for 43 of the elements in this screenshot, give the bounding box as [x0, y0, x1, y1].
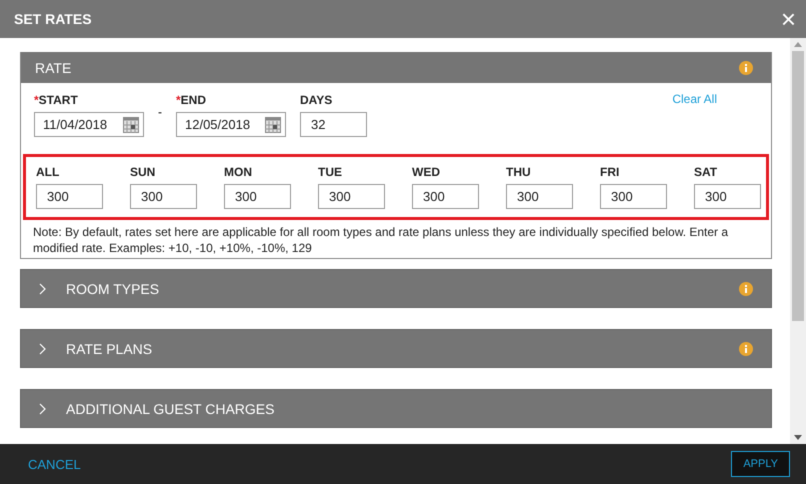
date-field[interactable]: 12/05/2018 — [176, 112, 286, 137]
calendar-icon[interactable] — [123, 116, 139, 132]
section-header[interactable]: ADDITIONAL GUEST CHARGES — [20, 389, 772, 428]
chevron-icon — [39, 342, 46, 354]
note-text: Note: By default, rates set here are applicable for all room types and rate plans unless they are individually specified below. Enter a modified rate. Examples: +10, -10, +10%, -10%, 129 — [33, 224, 730, 256]
day-label: ALL — [36, 165, 60, 179]
day-label: WED — [412, 165, 441, 179]
info-icon[interactable] — [739, 282, 753, 296]
day-label: FRI — [600, 165, 620, 179]
day-label: SUN — [130, 165, 156, 179]
section-header[interactable]: ROOM TYPES — [20, 269, 772, 308]
rate-field[interactable]: 300 — [600, 184, 667, 209]
scrollbar[interactable] — [790, 38, 806, 444]
field-label: *END — [176, 93, 208, 107]
rate-field[interactable]: 300 — [506, 184, 573, 209]
rate-field[interactable]: 300 — [224, 184, 291, 209]
scroll-up-icon[interactable] — [794, 42, 802, 47]
day-label: TUE — [318, 165, 343, 179]
scroll-down-icon[interactable] — [794, 435, 802, 440]
chevron-icon — [39, 282, 46, 294]
rate-field[interactable]: 300 — [318, 184, 385, 209]
cancel-button[interactable]: CANCEL — [28, 456, 81, 472]
range-dash: - — [158, 105, 162, 119]
info-icon[interactable] — [739, 342, 753, 356]
chevron-icon — [39, 402, 46, 414]
close-button[interactable]: × — [780, 6, 796, 32]
day-label: THU — [506, 165, 532, 179]
rate-field[interactable]: 300 — [694, 184, 761, 209]
rate-field[interactable]: 300 — [36, 184, 103, 209]
calendar-icon[interactable] — [265, 116, 281, 132]
field-label: DAYS — [300, 93, 334, 107]
panel-title: RATE — [35, 60, 72, 76]
rate-field[interactable]: 300 — [130, 184, 197, 209]
date-field[interactable]: 11/04/2018 — [34, 112, 144, 137]
apply-button[interactable]: APPLY — [731, 451, 790, 477]
field-label: *START — [34, 93, 79, 107]
section-header[interactable]: RATE PLANS — [20, 329, 772, 368]
days-field[interactable]: 32 — [300, 112, 367, 137]
window-title: SET RATES — [14, 11, 92, 27]
info-icon[interactable] — [739, 60, 753, 74]
day-label: SAT — [694, 165, 718, 179]
rate-field[interactable]: 300 — [412, 184, 479, 209]
day-label: MON — [224, 165, 253, 179]
